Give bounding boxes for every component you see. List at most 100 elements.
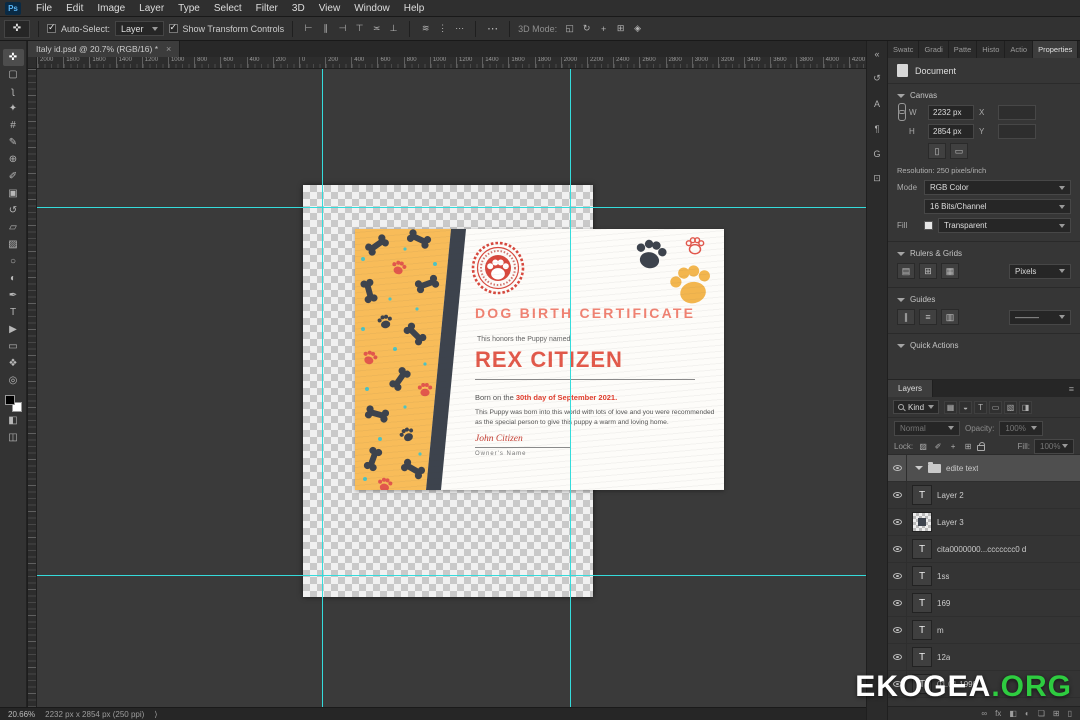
panel-tab[interactable]: Actio — [1005, 41, 1034, 58]
x-field[interactable] — [998, 105, 1036, 120]
filter-toggle-icon[interactable]: ◨ — [1019, 400, 1033, 414]
align-right-icon[interactable]: ⊣ — [335, 22, 350, 36]
3d-scale-icon[interactable]: ◈ — [630, 22, 645, 36]
layer-style-icon[interactable]: fx — [995, 709, 1001, 718]
blur-tool[interactable]: ○ — [3, 253, 24, 270]
guides-section-header[interactable]: Guides — [888, 288, 1080, 307]
foreground-color-swatch[interactable] — [4, 395, 15, 405]
layer-name[interactable]: m — [937, 626, 944, 635]
layer-name[interactable]: 12a — [937, 653, 950, 662]
layer-name[interactable]: 169 — [937, 599, 950, 608]
lock-pixels-icon[interactable]: ✐ — [932, 440, 944, 452]
show-transform-controls-checkbox[interactable] — [168, 22, 178, 33]
clone-source-panel-icon[interactable]: ⊡ — [869, 171, 885, 186]
close-icon[interactable]: × — [166, 44, 171, 54]
quick-selection-tool[interactable]: ✦ — [3, 100, 24, 117]
ruler-toggle-icon[interactable]: ▤ — [897, 263, 915, 279]
healing-brush-tool[interactable]: ⊕ — [3, 151, 24, 168]
height-field[interactable]: 2854 px — [928, 124, 974, 139]
align-middle-icon[interactable]: ≍ — [369, 22, 384, 36]
panel-tab[interactable]: Histo — [977, 41, 1006, 58]
ruler-origin-corner[interactable] — [28, 57, 37, 69]
eyedropper-tool[interactable]: ✎ — [3, 134, 24, 151]
layer-thumbnail[interactable]: T — [912, 593, 932, 613]
layer-name[interactable]: 1ss — [937, 572, 949, 581]
crop-tool[interactable]: # — [3, 117, 24, 134]
smart-guides-icon[interactable]: ≡ — [919, 309, 937, 325]
blend-mode-dropdown[interactable]: Normal — [894, 420, 960, 436]
brush-tool[interactable]: ✐ — [3, 168, 24, 185]
link-dimensions-icon[interactable] — [897, 103, 906, 125]
group-expand-chevron[interactable] — [915, 466, 923, 470]
filter-adjustment-layers-icon[interactable]: ◒ — [959, 400, 973, 414]
clear-guides-icon[interactable]: ▥ — [941, 309, 959, 325]
quick-actions-section-header[interactable]: Quick Actions — [888, 334, 1080, 353]
units-dropdown[interactable]: Pixels — [1009, 263, 1071, 279]
guide-style-dropdown[interactable]: ——— — [1009, 309, 1071, 325]
history-brush-tool[interactable]: ↺ — [3, 202, 24, 219]
3d-roll-icon[interactable]: ↻ — [579, 22, 594, 36]
grid-toggle-icon[interactable]: ⊞ — [919, 263, 937, 279]
layer-name[interactable]: Layer 2 — [937, 491, 964, 500]
kind-filter-dropdown[interactable]: Kind — [893, 400, 940, 414]
menu-item[interactable]: Type — [171, 0, 207, 16]
new-group-icon[interactable]: ❏ — [1038, 709, 1045, 718]
more-options-icon[interactable]: ⋯ — [484, 22, 501, 35]
layer-thumbnail[interactable]: T — [912, 647, 932, 667]
panel-menu-icon[interactable]: ≡ — [1063, 380, 1080, 397]
lock-artboard-icon[interactable]: ⊞ — [962, 440, 974, 452]
horizontal-ruler[interactable]: 2000 1800 1600 1400 1200 1000 800 600 400 200 0 200… — [28, 57, 866, 69]
filter-shape-layers-icon[interactable]: ▭ — [989, 400, 1003, 414]
align-center-h-icon[interactable]: ∥ — [318, 22, 333, 36]
layer-thumbnail[interactable]: T — [912, 485, 932, 505]
horizontal-guide[interactable] — [37, 207, 866, 208]
hand-tool[interactable]: ❖ — [3, 355, 24, 372]
layer-row-edite-text[interactable]: edite text — [888, 455, 1080, 482]
menu-item[interactable]: Edit — [59, 0, 90, 16]
certificate-artwork[interactable]: DOG BIRTH CERTIFICATE This honors the Pu… — [355, 229, 724, 490]
layer-thumbnail[interactable] — [912, 512, 932, 532]
lock-position-icon[interactable]: + — [947, 440, 959, 452]
pen-tool[interactable]: ✒ — [3, 287, 24, 304]
distribute-v-icon[interactable]: ⋮ — [435, 22, 450, 36]
layer-row-layer-2[interactable]: T Layer 2 — [888, 482, 1080, 509]
menu-item[interactable]: Help — [397, 0, 432, 16]
layer-row-cita[interactable]: T cita0000000...ccccccc0 d — [888, 536, 1080, 563]
paragraph-panel-icon[interactable]: ¶ — [869, 121, 885, 136]
layer-visibility-toggle[interactable] — [888, 563, 907, 589]
zoom-tool[interactable]: ◎ — [3, 372, 24, 389]
layer-visibility-toggle[interactable] — [888, 509, 907, 535]
dodge-tool[interactable]: ◐ — [3, 270, 24, 287]
layer-row-m[interactable]: T m — [888, 617, 1080, 644]
layer-visibility-toggle[interactable] — [888, 644, 907, 670]
layer-row-layer-3[interactable]: Layer 3 — [888, 509, 1080, 536]
lasso-tool[interactable]: ʅ — [3, 83, 24, 100]
align-left-icon[interactable]: ⊢ — [301, 22, 316, 36]
character-panel-icon[interactable]: A — [869, 96, 885, 111]
vertical-guide[interactable] — [322, 69, 323, 707]
layer-mask-icon[interactable]: ◧ — [1009, 709, 1017, 718]
panel-tab[interactable]: Properties — [1033, 41, 1079, 58]
3d-slide-icon[interactable]: ⊞ — [613, 22, 628, 36]
eraser-tool[interactable]: ▱ — [3, 219, 24, 236]
gradient-tool[interactable]: ▨ — [3, 236, 24, 253]
filter-pixel-layers-icon[interactable]: ▦ — [944, 400, 958, 414]
canvas-section-header[interactable]: Canvas — [888, 84, 1080, 103]
y-field[interactable] — [998, 124, 1036, 139]
menu-item[interactable]: File — [29, 0, 59, 16]
path-selection-tool[interactable]: ▶ — [3, 321, 24, 338]
width-field[interactable]: 2232 px — [928, 105, 974, 120]
layer-visibility-toggle[interactable] — [888, 617, 907, 643]
snap-toggle-icon[interactable]: ▦ — [941, 263, 959, 279]
glyphs-panel-icon[interactable]: G — [869, 146, 885, 161]
layer-visibility-toggle[interactable] — [888, 536, 907, 562]
layer-thumbnail[interactable]: T — [912, 539, 932, 559]
filter-smart-objects-icon[interactable]: ▧ — [1004, 400, 1018, 414]
layer-name[interactable]: cita0000000...ccccccc0 d — [937, 545, 1026, 554]
lock-transparency-icon[interactable]: ▨ — [917, 440, 929, 452]
portrait-orientation-icon[interactable]: ▯ — [928, 143, 946, 159]
auto-select-target-dropdown[interactable]: Layer — [115, 21, 164, 36]
rulers-grids-section-header[interactable]: Rulers & Grids — [888, 242, 1080, 261]
distribute-h-icon[interactable]: ≋ — [418, 22, 433, 36]
auto-select-checkbox[interactable] — [47, 22, 56, 33]
